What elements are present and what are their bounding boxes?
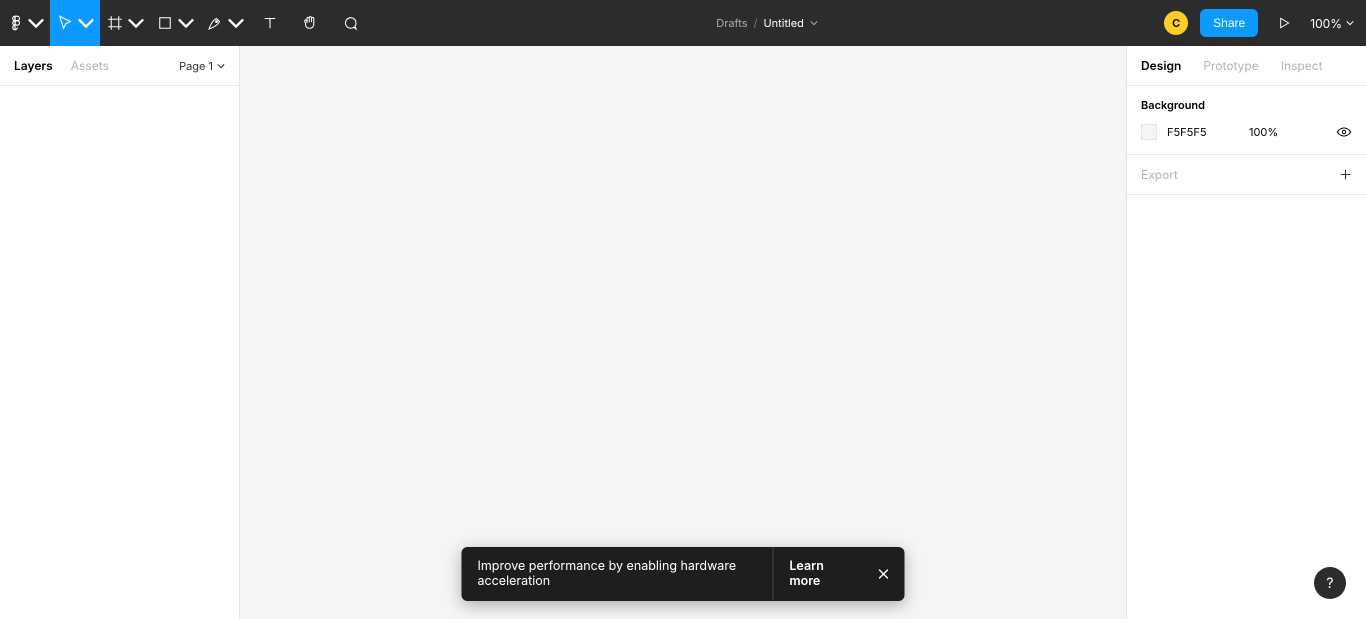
- plus-icon: [1339, 168, 1352, 181]
- hand-tool-button[interactable]: [290, 0, 330, 46]
- toast-action-link[interactable]: Learn more: [772, 547, 862, 601]
- page-selector-label: Page 1: [179, 59, 213, 73]
- comment-icon: [341, 14, 359, 32]
- color-hex-input[interactable]: F5F5F5: [1167, 125, 1227, 139]
- chevron-down-icon: [77, 14, 95, 32]
- rectangle-icon: [156, 14, 174, 32]
- tab-prototype[interactable]: Prototype: [1203, 58, 1258, 73]
- figma-logo-icon: [6, 14, 24, 32]
- chevron-down-icon: [1346, 19, 1354, 27]
- pen-tool-button[interactable]: [200, 0, 250, 46]
- eye-icon: [1336, 124, 1352, 140]
- text-tool-button[interactable]: [250, 0, 290, 46]
- toast-message: Improve performance by enabling hardware…: [462, 547, 773, 601]
- canvas[interactable]: Improve performance by enabling hardware…: [240, 46, 1126, 619]
- frame-tool-button[interactable]: [100, 0, 150, 46]
- left-panel-header: Layers Assets Page 1: [0, 46, 239, 86]
- chevron-down-icon: [177, 14, 195, 32]
- export-label: Export: [1141, 167, 1178, 182]
- chevron-down-icon: [27, 14, 45, 32]
- document-title: Untitled: [764, 16, 804, 30]
- play-icon: [1276, 15, 1292, 31]
- avatar[interactable]: C: [1164, 11, 1188, 35]
- zoom-control[interactable]: 100%: [1310, 16, 1354, 31]
- toast-close-button[interactable]: [863, 547, 905, 601]
- text-icon: [261, 14, 279, 32]
- cursor-icon: [56, 14, 74, 32]
- page-selector[interactable]: Page 1: [179, 59, 225, 73]
- close-icon: [877, 567, 891, 581]
- notification-toast: Improve performance by enabling hardware…: [462, 547, 905, 601]
- tab-inspect[interactable]: Inspect: [1281, 58, 1323, 73]
- toolbar-right: C Share 100%: [1164, 0, 1366, 46]
- opacity-input[interactable]: 100%: [1249, 125, 1299, 139]
- right-panel-tabs: Design Prototype Inspect: [1127, 46, 1366, 86]
- shape-tool-button[interactable]: [150, 0, 200, 46]
- chevron-down-icon: [227, 14, 245, 32]
- workspace: Layers Assets Page 1 Improve performance…: [0, 46, 1366, 619]
- color-swatch[interactable]: [1141, 124, 1157, 140]
- chevron-down-icon: [217, 62, 225, 70]
- document-title-area[interactable]: Drafts / Untitled: [370, 0, 1164, 46]
- breadcrumb-folder: Drafts: [716, 16, 747, 30]
- pen-icon: [206, 14, 224, 32]
- visibility-toggle[interactable]: [1336, 124, 1352, 140]
- tab-design[interactable]: Design: [1141, 58, 1181, 73]
- move-tool-button[interactable]: [50, 0, 100, 46]
- background-section: Background F5F5F5 100%: [1127, 86, 1366, 155]
- main-menu-button[interactable]: [0, 0, 50, 46]
- background-color-row: F5F5F5 100%: [1141, 124, 1352, 140]
- help-button[interactable]: ?: [1314, 567, 1346, 599]
- tab-assets[interactable]: Assets: [71, 58, 109, 73]
- background-title: Background: [1141, 98, 1352, 112]
- chevron-down-icon: [810, 19, 818, 27]
- breadcrumb-separator: /: [754, 16, 758, 30]
- hand-icon: [301, 14, 319, 32]
- frame-icon: [106, 14, 124, 32]
- tab-layers[interactable]: Layers: [14, 58, 53, 73]
- share-button[interactable]: Share: [1200, 9, 1258, 37]
- toolbar-left: [0, 0, 370, 46]
- add-export-button[interactable]: [1339, 168, 1352, 181]
- left-panel: Layers Assets Page 1: [0, 46, 240, 619]
- zoom-value: 100%: [1310, 16, 1342, 31]
- comment-tool-button[interactable]: [330, 0, 370, 46]
- top-toolbar: Drafts / Untitled C Share 100%: [0, 0, 1366, 46]
- present-button[interactable]: [1270, 15, 1298, 31]
- chevron-down-icon: [127, 14, 145, 32]
- right-panel: Design Prototype Inspect Background F5F5…: [1126, 46, 1366, 619]
- left-panel-tabs: Layers Assets: [14, 58, 109, 73]
- export-section: Export: [1127, 155, 1366, 195]
